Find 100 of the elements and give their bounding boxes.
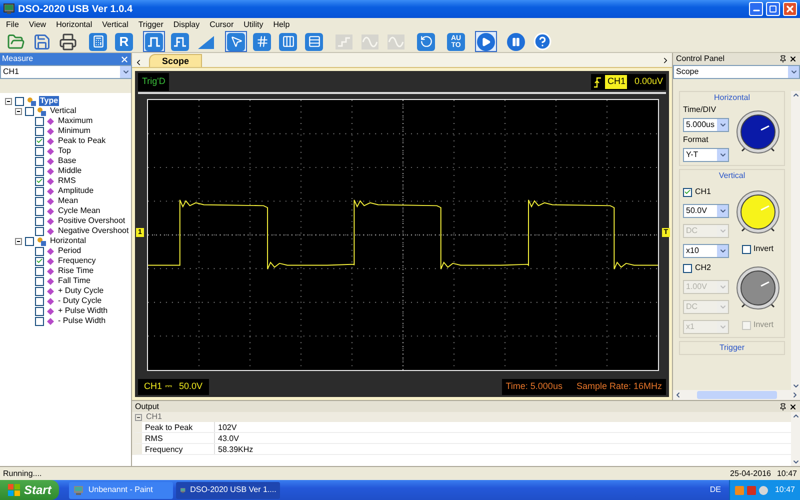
close-icon[interactable] — [789, 402, 797, 410]
tree-item[interactable]: + Pulse Width — [57, 306, 109, 316]
maximize-button[interactable] — [766, 2, 780, 16]
checkbox[interactable] — [35, 276, 44, 286]
taskbar-button[interactable]: DSO-2020 USB Ver 1.... — [176, 482, 280, 498]
taskbar-button[interactable]: Unbenannt - Paint — [69, 482, 174, 498]
checkbox[interactable] — [35, 186, 44, 196]
tree-item[interactable]: RMS — [57, 176, 77, 186]
toolbar-button[interactable] — [251, 31, 273, 52]
checkbox[interactable] — [35, 206, 44, 216]
toolbar-button[interactable] — [531, 31, 553, 52]
collapse-icon[interactable] — [15, 108, 22, 114]
probe-dropdown[interactable]: x10 — [683, 244, 729, 258]
checkbox[interactable] — [35, 316, 44, 326]
toolbar-button[interactable] — [303, 31, 325, 52]
close-button[interactable] — [783, 2, 797, 16]
scrollbar[interactable] — [791, 412, 800, 466]
checkbox[interactable] — [683, 264, 692, 272]
checkbox[interactable] — [35, 176, 44, 186]
time-div-dropdown[interactable]: 5.000us — [683, 118, 729, 132]
checkbox[interactable] — [35, 246, 44, 256]
menu-item[interactable]: Cursor — [210, 18, 234, 30]
tree-item[interactable]: Mean — [57, 196, 80, 206]
toolbar-button[interactable] — [57, 31, 79, 52]
minimize-button[interactable] — [749, 2, 763, 16]
toolbar-button[interactable] — [277, 31, 299, 52]
pin-icon[interactable] — [779, 402, 787, 410]
scrollbar[interactable] — [791, 91, 800, 390]
toolbar-button[interactable]: R — [113, 31, 135, 52]
collapse-icon[interactable] — [5, 98, 12, 104]
tree-item[interactable]: Cycle Mean — [57, 206, 102, 216]
checkbox[interactable] — [15, 96, 24, 106]
toolbar-button[interactable] — [143, 31, 165, 52]
menu-item[interactable]: Vertical — [102, 18, 128, 30]
checkbox[interactable] — [35, 136, 44, 146]
channel-dropdown[interactable]: CH1 — [0, 65, 132, 79]
tree-item[interactable]: + Duty Cycle — [57, 286, 105, 296]
tree-item[interactable]: Horizontal — [49, 236, 88, 246]
menu-item[interactable]: View — [28, 18, 46, 30]
format-dropdown[interactable]: Y-T — [683, 148, 729, 162]
tree-item[interactable]: Minimum — [57, 126, 92, 136]
tree-item[interactable]: Type — [39, 96, 60, 106]
toolbar-button[interactable] — [169, 31, 191, 52]
checkbox[interactable] — [35, 196, 44, 206]
scroll-left-icon[interactable] — [134, 58, 143, 67]
language-indicator[interactable]: DE — [710, 484, 721, 496]
tree-item[interactable]: Base — [57, 156, 78, 166]
start-button[interactable]: Start — [0, 480, 60, 500]
scroll-down-icon[interactable] — [792, 382, 800, 390]
toolbar-button[interactable] — [225, 31, 247, 52]
mode-dropdown[interactable]: Scope — [673, 65, 800, 79]
scroll-down-icon[interactable] — [792, 458, 800, 466]
tree-item[interactable]: Peak to Peak — [57, 136, 107, 146]
tree-item[interactable]: Positive Overshoot — [57, 216, 126, 226]
menu-item[interactable]: File — [6, 18, 19, 30]
tree-item[interactable]: Amplitude — [57, 186, 95, 196]
menu-item[interactable]: Horizontal — [56, 18, 92, 30]
checkbox[interactable] — [35, 156, 44, 166]
tree-item[interactable]: Fall Time — [57, 276, 92, 286]
checkbox[interactable] — [35, 306, 44, 316]
tree-item[interactable]: - Duty Cycle — [57, 296, 103, 306]
menu-item[interactable]: Help — [273, 18, 290, 30]
toolbar-button[interactable] — [415, 31, 437, 52]
scroll-up-icon[interactable] — [792, 91, 800, 99]
tree-item[interactable]: Negative Overshoot — [57, 226, 130, 236]
checkbox[interactable] — [35, 216, 44, 226]
tree-item[interactable]: Frequency — [57, 256, 97, 266]
tree-item[interactable]: Top — [57, 146, 72, 156]
volts-dropdown[interactable]: 50.0V — [683, 204, 729, 218]
scroll-up-icon[interactable] — [792, 412, 800, 420]
checkbox[interactable] — [35, 296, 44, 306]
checkbox[interactable] — [35, 126, 44, 136]
menu-item[interactable]: Utility — [244, 18, 264, 30]
checkbox[interactable] — [35, 146, 44, 156]
checkbox[interactable] — [35, 166, 44, 176]
tree-item[interactable]: Vertical — [49, 106, 78, 116]
checkbox[interactable] — [25, 236, 34, 246]
tree-item[interactable]: Period — [57, 246, 82, 256]
close-icon[interactable] — [789, 55, 797, 63]
checkbox[interactable] — [35, 266, 44, 276]
toolbar-button[interactable] — [475, 31, 497, 52]
toolbar-button[interactable] — [87, 31, 109, 52]
tree-item[interactable]: Middle — [57, 166, 83, 176]
menu-item[interactable]: Display — [173, 18, 200, 30]
collapse-icon[interactable] — [15, 238, 22, 244]
collapse-icon[interactable] — [135, 414, 142, 420]
scroll-right-icon[interactable] — [661, 56, 670, 64]
scope-tab[interactable]: Scope — [149, 54, 202, 67]
tree-item[interactable]: Maximum — [57, 116, 94, 126]
tree-item[interactable]: Rise Time — [57, 266, 95, 276]
pin-icon[interactable] — [779, 55, 787, 63]
checkbox[interactable] — [35, 256, 44, 266]
checkbox[interactable] — [35, 226, 44, 236]
checkbox[interactable] — [683, 188, 692, 196]
tree-item[interactable]: - Pulse Width — [57, 316, 107, 326]
checkbox[interactable] — [25, 106, 34, 116]
checkbox[interactable] — [35, 286, 44, 296]
menu-item[interactable]: Trigger — [138, 18, 164, 30]
checkbox[interactable] — [35, 116, 44, 126]
checkbox[interactable] — [742, 244, 752, 254]
